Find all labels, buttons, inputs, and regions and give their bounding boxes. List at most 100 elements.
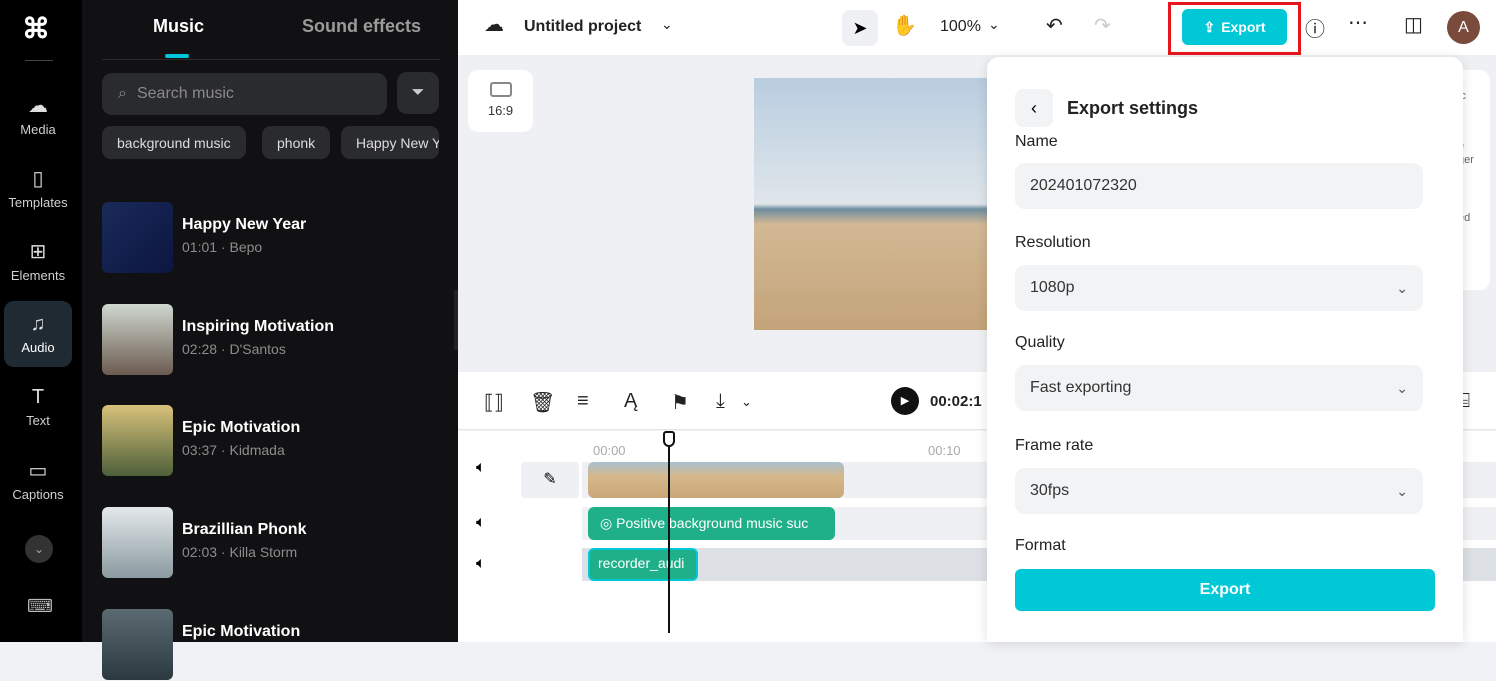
rail-item-templates[interactable]: ▯ Templates bbox=[4, 155, 72, 221]
chevron-down-icon[interactable]: ⌄ bbox=[661, 16, 673, 33]
text-icon: T bbox=[31, 386, 45, 408]
format-label: Format bbox=[1015, 537, 1066, 554]
clip-label: Positive background music suc bbox=[616, 515, 809, 531]
play-button[interactable]: ▶ bbox=[891, 387, 919, 415]
chip-background-music[interactable]: background music bbox=[102, 126, 246, 159]
framerate-select[interactable]: 30fps ⌄ bbox=[1015, 468, 1423, 514]
chevron-down-icon: ⌄ bbox=[1396, 482, 1408, 499]
chip-happy-new-year[interactable]: Happy New Year bbox=[341, 126, 439, 159]
remove-silence-icon[interactable]: ≡ bbox=[577, 390, 589, 413]
rail-label: Audio bbox=[21, 340, 55, 355]
back-button[interactable]: ‹ bbox=[1015, 89, 1053, 127]
layout-icon[interactable]: ◫ bbox=[1404, 12, 1423, 37]
project-title[interactable]: Untitled project bbox=[524, 18, 641, 36]
video-preview[interactable] bbox=[754, 78, 994, 330]
chevron-down-icon: ⌄ bbox=[1396, 379, 1408, 396]
list-item[interactable]: Epic Motivation 03:37 · Kidmada bbox=[102, 405, 442, 477]
delete-icon[interactable]: 🗑 bbox=[530, 390, 555, 415]
track-meta: 01:01 · Bepo bbox=[182, 239, 263, 255]
select-tool-button[interactable]: ➤ bbox=[842, 10, 878, 46]
resolution-select[interactable]: 1080p ⌄ bbox=[1015, 265, 1423, 311]
rail-label: Templates bbox=[8, 195, 68, 210]
tab-music[interactable]: Music bbox=[153, 16, 204, 37]
list-item[interactable]: Brazillian Phonk 02:03 · Killa Storm bbox=[102, 507, 442, 579]
export-label: Export bbox=[1221, 19, 1266, 35]
track-thumbnail bbox=[102, 202, 173, 273]
templates-icon: ▯ bbox=[32, 168, 44, 190]
track-title: Epic Motivation bbox=[182, 623, 301, 640]
left-rail: ⌘ ☁ Media ▯ Templates ⊞ Elements ♫ Audio T Te… bbox=[0, 0, 82, 642]
divider bbox=[25, 60, 53, 61]
rail-item-audio[interactable]: ♫ Audio bbox=[4, 301, 72, 367]
volume-icon[interactable]: 🔈︎ bbox=[476, 459, 486, 477]
export-button[interactable]: ⇪ Export bbox=[1182, 9, 1287, 45]
expand-more-button[interactable]: ⌄ bbox=[25, 535, 53, 563]
rail-item-captions[interactable]: ▭ Captions bbox=[4, 447, 72, 513]
captions-icon: ▭ bbox=[28, 460, 48, 482]
ruler-label: 00:10 bbox=[928, 443, 961, 458]
rail-item-elements[interactable]: ⊞ Elements bbox=[4, 228, 72, 294]
playhead-handle[interactable] bbox=[663, 431, 675, 447]
export-confirm-button[interactable]: Export bbox=[1015, 569, 1435, 611]
edit-cover-button[interactable]: ✎ bbox=[521, 462, 579, 498]
track-thumbnail bbox=[102, 609, 173, 680]
track-title: Inspiring Motivation bbox=[182, 318, 334, 335]
quality-select[interactable]: Fast exporting ⌄ bbox=[1015, 365, 1423, 411]
rail-label: Captions bbox=[12, 487, 64, 502]
filter-button[interactable]: ⏷ bbox=[397, 72, 439, 114]
list-item[interactable]: Inspiring Motivation 02:28 · D'Santos bbox=[102, 304, 442, 376]
framerate-label: Frame rate bbox=[1015, 437, 1094, 454]
aspect-ratio-button[interactable]: 16:9 bbox=[468, 70, 533, 132]
ai-tool-icon[interactable]: Ą bbox=[624, 390, 637, 413]
avatar[interactable]: A bbox=[1447, 11, 1480, 44]
active-tab-indicator bbox=[165, 54, 189, 58]
marker-flag-icon[interactable]: ⚑ bbox=[671, 390, 689, 415]
search-icon: ⌕ bbox=[118, 85, 127, 102]
rail-item-text[interactable]: T Text bbox=[4, 374, 72, 440]
track-meta: 03:37 · Kidmada bbox=[182, 442, 285, 458]
volume-icon[interactable]: 🔈︎ bbox=[476, 514, 486, 532]
top-bar: ☁ Untitled project ⌄ ➤ ✋ 100% ⌄ ↶ ↷ ⇪ Exp… bbox=[458, 0, 1496, 55]
search-placeholder: Search music bbox=[136, 85, 234, 102]
track-thumbnail bbox=[102, 405, 173, 476]
name-value: 202401072320 bbox=[1030, 177, 1137, 194]
volume-icon[interactable]: 🔈︎ bbox=[476, 555, 486, 573]
track-title: Epic Motivation bbox=[182, 419, 301, 436]
name-input[interactable]: 202401072320 bbox=[1015, 163, 1423, 209]
track-meta: 02:28 · D'Santos bbox=[182, 341, 286, 357]
track-title: Happy New Year bbox=[182, 216, 307, 233]
video-clip[interactable] bbox=[588, 462, 844, 498]
chip-phonk[interactable]: phonk bbox=[262, 126, 331, 159]
keyboard-icon[interactable]: ⌨ bbox=[27, 596, 53, 617]
zoom-level[interactable]: 100% bbox=[940, 18, 981, 36]
resolution-label: Resolution bbox=[1015, 234, 1091, 251]
quality-label: Quality bbox=[1015, 334, 1065, 351]
hand-tool-icon[interactable]: ✋ bbox=[892, 13, 917, 38]
more-icon[interactable]: ⋯ bbox=[1348, 10, 1368, 35]
rail-label: Text bbox=[26, 413, 50, 428]
redo-icon[interactable]: ↷ bbox=[1094, 13, 1111, 38]
rail-item-media[interactable]: ☁ Media bbox=[4, 82, 72, 148]
name-label: Name bbox=[1015, 133, 1058, 150]
search-input[interactable]: ⌕ Search music bbox=[102, 73, 387, 115]
undo-icon[interactable]: ↶ bbox=[1046, 13, 1063, 38]
cloud-save-icon: ☁ bbox=[484, 14, 504, 36]
list-item[interactable]: Happy New Year 01:01 · Bepo bbox=[102, 202, 442, 274]
download-icon[interactable]: ⤓ bbox=[716, 390, 725, 413]
music-clip[interactable]: ◎ Positive background music suc bbox=[588, 507, 835, 540]
recorder-clip[interactable]: recorder_audi bbox=[588, 548, 698, 581]
upload-icon: ⇪ bbox=[1203, 18, 1216, 35]
tab-sound-effects[interactable]: Sound effects bbox=[302, 16, 421, 37]
filter-icon: ⏷ bbox=[411, 84, 425, 101]
elements-icon: ⊞ bbox=[29, 241, 47, 263]
split-icon[interactable]: ⟦⟧ bbox=[484, 390, 504, 415]
music-note-icon: ♫ bbox=[30, 313, 46, 335]
export-settings-panel: ‹ Export settings Name 202401072320 Reso… bbox=[987, 57, 1463, 642]
resolution-value: 1080p bbox=[1030, 279, 1075, 296]
playhead[interactable] bbox=[668, 433, 670, 633]
help-icon[interactable]: ⓘ bbox=[1305, 13, 1325, 42]
current-time: 00:02:1 bbox=[930, 393, 982, 410]
chevron-down-icon[interactable]: ⌄ bbox=[741, 394, 752, 410]
list-item[interactable]: Epic Motivation bbox=[102, 609, 442, 681]
chevron-down-icon[interactable]: ⌄ bbox=[988, 16, 1000, 33]
